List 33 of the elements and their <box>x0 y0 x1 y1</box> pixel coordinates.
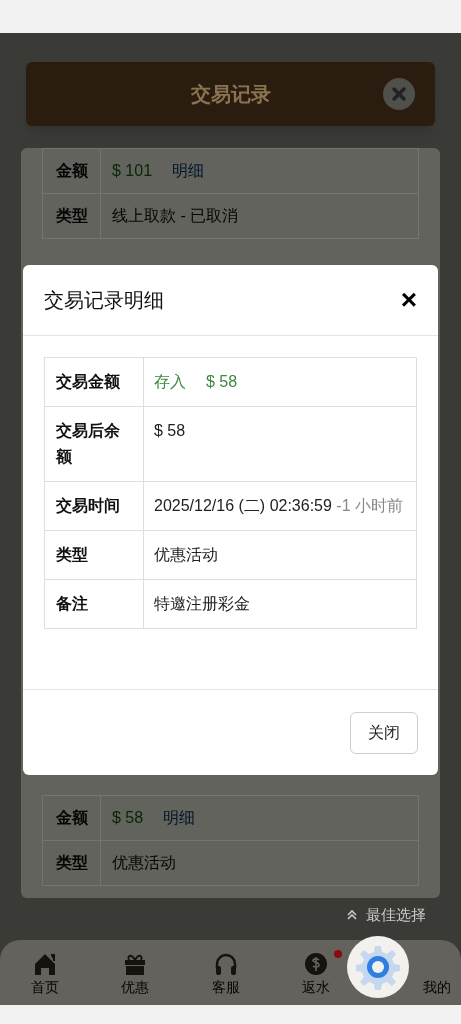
row-label: 类型 <box>55 853 88 873</box>
row-value: $ 58 <box>154 422 186 439</box>
type-value: 优惠活动 <box>112 853 176 873</box>
dialog-title: 交易记录明细 <box>44 288 165 313</box>
nav-tab[interactable]: 客服 <box>211 949 240 996</box>
nav-tab[interactable]: 首页 <box>31 949 60 996</box>
nav-tab[interactable]: 优惠 <box>121 949 150 996</box>
row-label: 交易后余额 <box>56 422 120 465</box>
type-value: 线上取款 - 已取消 <box>112 206 239 226</box>
double-chevron-up-icon <box>346 909 358 921</box>
row-label: 金额 <box>55 808 88 828</box>
row-label: 交易时间 <box>56 497 120 514</box>
amount-value: $ 101 <box>112 161 153 181</box>
row-label: 交易金额 <box>56 373 120 390</box>
nav-tab[interactable]: 返水 <box>301 949 330 996</box>
timestamp-text: 2025/12/16 (二) 02:36:59 -1 小时前 <box>154 496 405 516</box>
row-value: 优惠活动 <box>154 546 218 563</box>
details-link[interactable]: 明细 <box>163 806 196 830</box>
close-button[interactable]: × <box>400 286 417 314</box>
row-label: 类型 <box>56 546 88 563</box>
row-label: 金额 <box>55 161 88 181</box>
row-label: 类型 <box>55 206 88 226</box>
page-title: 交易记录 <box>190 82 271 107</box>
amount-value: $ 58 <box>206 372 238 392</box>
amount-value: $ 58 <box>112 808 144 828</box>
close-icon <box>391 86 407 102</box>
row-label: 备注 <box>56 595 88 612</box>
details-link[interactable]: 明细 <box>172 159 205 183</box>
transaction-direction: 存入 <box>154 372 186 392</box>
close-dialog-button[interactable]: 关闭 <box>350 711 418 754</box>
gear-icon <box>354 943 402 991</box>
row-value: 特邀注册彩金 <box>154 595 250 612</box>
nav-tab[interactable]: 我的 <box>423 977 451 996</box>
